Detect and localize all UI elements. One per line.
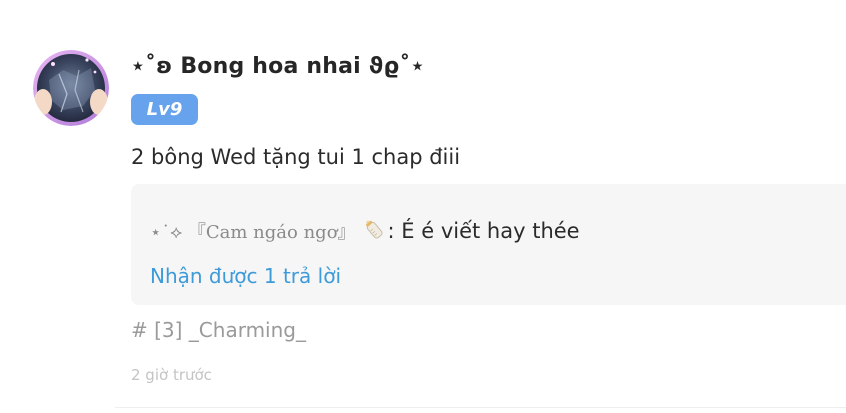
reply-preview[interactable]: ⋆˙⟡ 『Cam ngáo ngơ』 : É é viết hay thée N… [131, 184, 846, 305]
comment-card: ⋆˚ʚ Bong hoa nhai ϑϱ˚⋆ Lv9 2 bông Wed tặ… [0, 0, 846, 413]
baby-bottle-icon [360, 216, 386, 247]
reply-author[interactable]: ⋆˙⟡ 『Cam ngáo ngơ』 [150, 222, 356, 243]
avatar-image [33, 50, 109, 126]
level-badge: Lv9 [131, 94, 198, 125]
view-replies-link[interactable]: Nhận được 1 trả lời [150, 264, 341, 288]
timestamp: 2 giờ trước [131, 366, 212, 384]
username[interactable]: ⋆˚ʚ Bong hoa nhai ϑϱ˚⋆ [131, 54, 425, 79]
divider [115, 407, 846, 408]
hashtag[interactable]: # [3] _Charming_ [131, 318, 306, 342]
comment-text: 2 bông Wed tặng tui 1 chap điii [131, 145, 461, 169]
user-avatar[interactable] [33, 50, 109, 126]
reply-line: ⋆˙⟡ 『Cam ngáo ngơ』 : É é viết hay thée [150, 216, 580, 247]
reply-text: : É é viết hay thée [387, 219, 580, 243]
